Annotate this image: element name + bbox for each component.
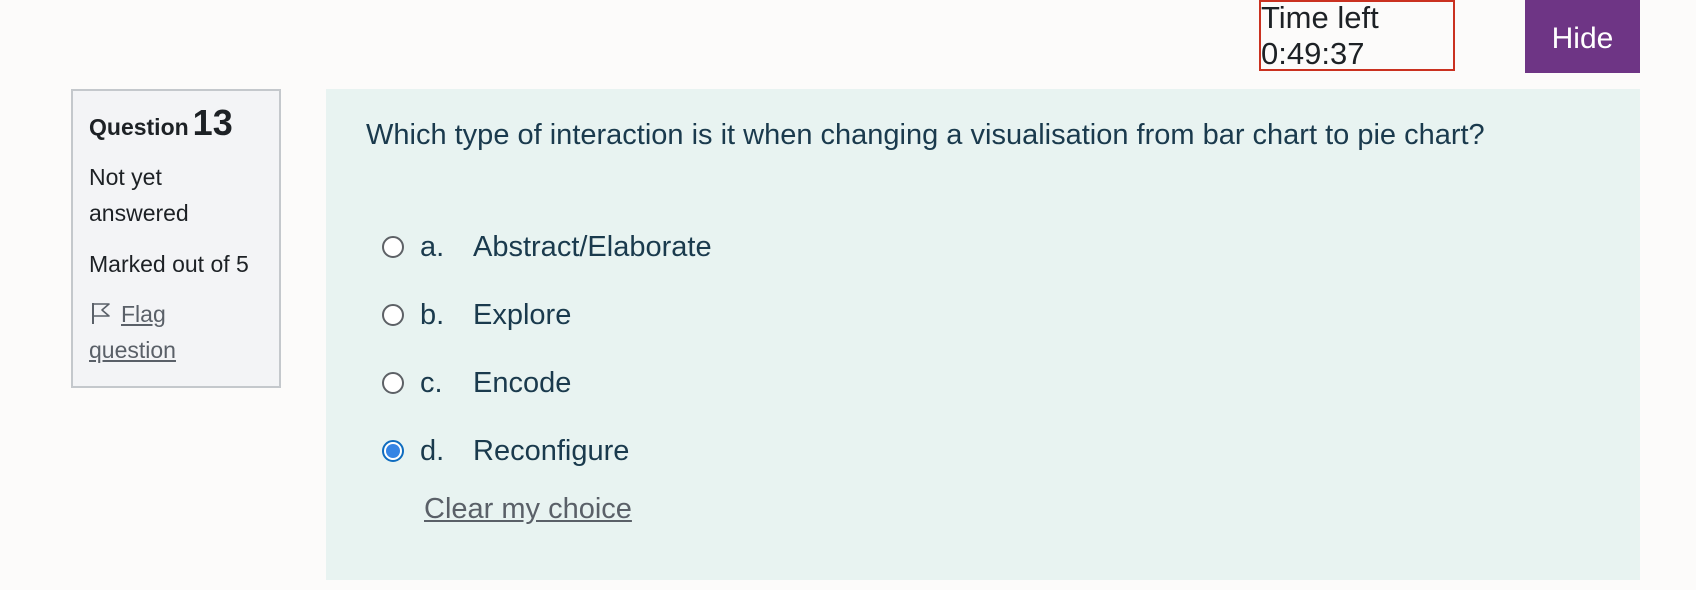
question-number-heading: Question 13 — [89, 105, 263, 147]
question-state-line1: Not yet — [89, 164, 162, 190]
radio-button-b[interactable] — [382, 304, 404, 326]
radio-button-c[interactable] — [382, 372, 404, 394]
flag-question-link-line1[interactable]: Flag — [121, 301, 166, 327]
time-left-indicator: Time left 0:49:37 — [1259, 0, 1455, 71]
radio-button-d[interactable] — [382, 440, 404, 462]
question-number: 13 — [192, 102, 233, 143]
option-label[interactable]: Reconfigure — [473, 435, 629, 468]
question-state: Not yet answered — [89, 159, 263, 231]
question-label: Question — [89, 114, 189, 140]
option-label[interactable]: Abstract/Elaborate — [473, 231, 712, 264]
flag-question-link-line2[interactable]: question — [89, 337, 176, 363]
question-grade: Marked out of 5 — [89, 251, 249, 277]
time-left-text: Time left 0:49:37 — [1261, 0, 1379, 71]
flag-icon — [92, 303, 110, 324]
question-state-line2: answered — [89, 200, 189, 226]
question-info-panel: Question 13 Not yet answered Marked out o… — [71, 89, 281, 388]
question-text: Which type of interaction is it when cha… — [366, 119, 1485, 151]
option-letter: d. — [420, 434, 445, 467]
option-label[interactable]: Explore — [473, 299, 571, 332]
flag-question-toggle[interactable]: Flag question — [89, 296, 263, 368]
answer-option-d[interactable]: d. Reconfigure — [382, 417, 712, 485]
question-content: Which type of interaction is it when cha… — [326, 89, 1640, 580]
answer-option-c[interactable]: c. Encode — [382, 349, 712, 417]
radio-button-a[interactable] — [382, 236, 404, 258]
hide-timer-button[interactable]: Hide — [1525, 0, 1640, 73]
clear-choice-link[interactable]: Clear my choice — [424, 493, 632, 526]
answer-options: a. Abstract/Elaborate b. Explore c. Enco… — [382, 213, 712, 485]
option-label[interactable]: Encode — [473, 367, 571, 400]
option-letter: c. — [420, 366, 443, 399]
answer-option-a[interactable]: a. Abstract/Elaborate — [382, 213, 712, 281]
radio-selected-dot — [386, 444, 400, 458]
option-letter: a. — [420, 230, 445, 263]
answer-option-b[interactable]: b. Explore — [382, 281, 712, 349]
option-letter: b. — [420, 298, 445, 331]
